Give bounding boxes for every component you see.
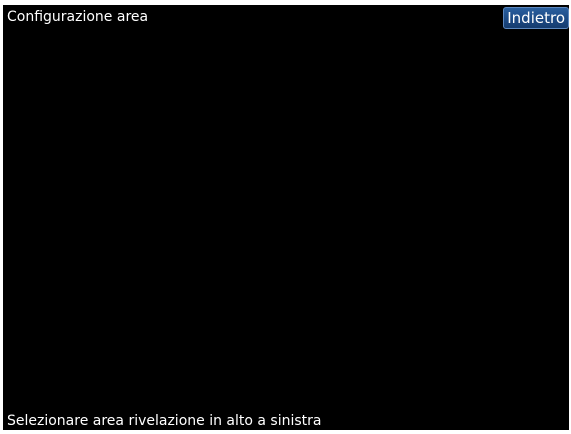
back-button[interactable]: Indietro [503, 7, 569, 29]
detection-area-canvas[interactable] [3, 31, 569, 403]
page-title: Configurazione area [7, 9, 149, 25]
instruction-text: Selezionare area rivelazione in alto a s… [7, 413, 322, 429]
area-config-screen: Configurazione area Indietro Selezionare… [3, 5, 569, 430]
